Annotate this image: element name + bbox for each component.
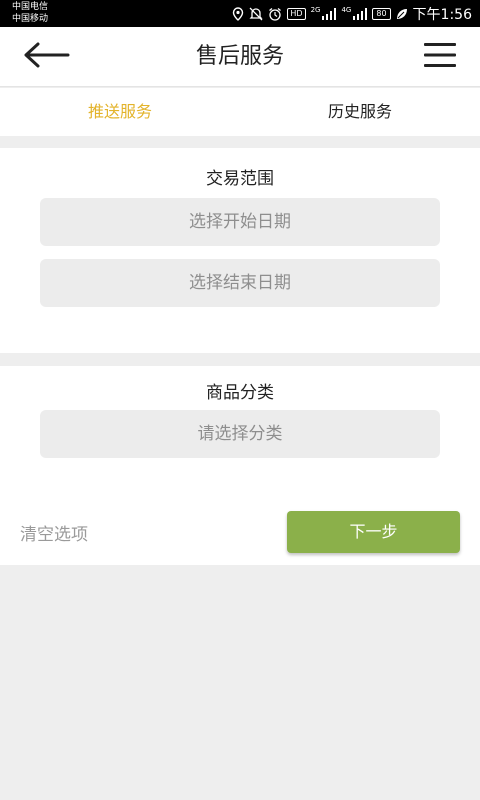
location-icon [232,6,244,21]
tab-push-service[interactable]: 推送服务 [0,88,240,136]
hamburger-menu-icon [423,42,457,72]
signal-icon [322,7,337,20]
clear-options-button[interactable]: 清空选项 [20,520,88,545]
tab-history-service[interactable]: 历史服务 [240,88,480,136]
clock: 下午1:56 [412,6,472,23]
network-type-1: 2G [310,6,321,14]
trade-range-section: 交易范围 选择开始日期 选择结束日期 [0,148,480,353]
mute-icon [249,7,263,21]
category-section: 商品分类 请选择分类 清空选项 下一步 [0,366,480,565]
start-date-picker[interactable]: 选择开始日期 [40,198,440,246]
battery-indicator: 80 [372,7,391,20]
hd-badge: HD [287,7,306,20]
alarm-icon [268,7,282,21]
menu-button[interactable] [420,39,460,75]
leaf-icon [396,8,408,20]
service-tabs: 推送服务 历史服务 [0,88,480,136]
trade-range-title: 交易范围 [206,169,274,189]
next-step-button[interactable]: 下一步 [287,511,460,553]
network-type-2: 4G [341,6,352,14]
category-picker[interactable]: 请选择分类 [40,410,440,458]
carrier-1: 中国电信 [12,2,49,12]
end-date-picker[interactable]: 选择结束日期 [40,259,440,307]
carrier-2: 中国移动 [12,14,49,24]
page-title: 售后服务 [195,44,284,69]
category-title: 商品分类 [206,383,274,403]
signal-icon [353,7,368,20]
status-icons: HD 2G 4G 80 下午1:56 [232,0,472,27]
status-bar: 中国电信 中国移动 HD 2G 4G 80 下午1:56 [0,0,480,27]
app-header: 售后服务 [0,27,480,87]
